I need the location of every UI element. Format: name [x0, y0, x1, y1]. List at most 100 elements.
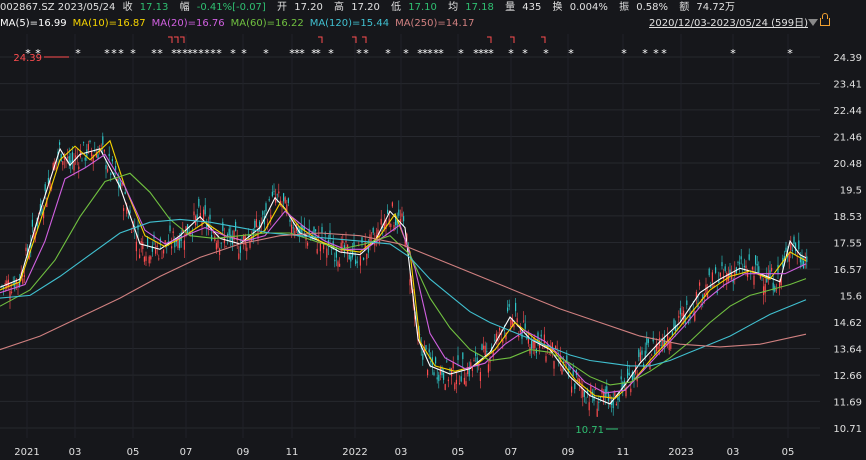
event-marker-icon: * [653, 47, 659, 60]
candle-body [523, 320, 525, 322]
y-tick-label: 22.44 [833, 106, 862, 117]
x-tick-label: 09 [562, 447, 575, 458]
candle-body [276, 194, 278, 196]
candle-body [724, 266, 726, 271]
candle-body [460, 376, 462, 382]
candle-body [465, 381, 467, 387]
candle-body [300, 224, 302, 235]
candle-body [220, 242, 222, 244]
candle-body [719, 272, 721, 277]
candle-body [283, 193, 285, 202]
candle-body [790, 242, 792, 251]
event-marker-icon: * [488, 47, 494, 60]
candle-body [156, 245, 158, 248]
candle-body [785, 247, 787, 252]
candle-body [574, 383, 576, 390]
candle-body [743, 266, 745, 267]
candle-body [342, 240, 344, 244]
candle-body [217, 240, 219, 248]
x-tick-label: 07 [180, 447, 193, 458]
candle-body [444, 384, 446, 390]
candle-body [739, 262, 741, 264]
candle-body [179, 239, 181, 249]
candle-body [183, 240, 185, 250]
candle-body [287, 198, 289, 204]
event-marker-icon: * [661, 47, 667, 60]
candle-body [334, 259, 336, 262]
candle-body [599, 396, 601, 399]
event-marker-icon: * [75, 47, 81, 60]
candle-body [425, 345, 427, 350]
candle-body [345, 240, 347, 243]
candle-body [660, 344, 662, 346]
candle-body [87, 144, 89, 151]
candle-body [135, 241, 137, 252]
ma-line [0, 232, 807, 351]
candle-body [31, 219, 33, 227]
flag-marker-icon [174, 36, 179, 43]
event-marker-icon: * [787, 47, 793, 60]
candle-body [17, 283, 19, 287]
candle-body [62, 161, 64, 165]
candle-body [438, 374, 440, 382]
candle-body [745, 265, 747, 269]
flag-marker-icon [168, 36, 173, 43]
candle-body [108, 153, 110, 157]
candle-body [171, 246, 173, 249]
candle-body [630, 388, 632, 393]
candle-body [100, 145, 102, 147]
y-tick-label: 18.53 [833, 212, 862, 223]
candle-body [451, 368, 453, 377]
candle-body [337, 261, 339, 267]
candle-body [595, 388, 597, 390]
candle-body [83, 141, 85, 143]
x-tick-label: 2021 [14, 447, 39, 458]
candle-body [590, 385, 592, 395]
candle-body [457, 355, 459, 360]
candle-body [484, 345, 486, 356]
candle-body [583, 391, 585, 397]
y-tick-label: 13.64 [833, 345, 862, 356]
candle-body [44, 184, 46, 192]
x-tick-label: 05 [782, 447, 795, 458]
candle-body [198, 198, 200, 207]
event-marker-icon: * [403, 47, 409, 60]
candle-body [155, 248, 157, 254]
candle-body [356, 261, 358, 263]
flag-marker-icon [362, 36, 367, 43]
candle-body [59, 142, 61, 145]
candle-body [91, 151, 93, 157]
candle-body [361, 237, 363, 243]
candle-body [670, 343, 672, 349]
candle-body [503, 330, 505, 331]
candle-body [9, 291, 11, 300]
candle-body [651, 354, 653, 356]
event-marker-icon: * [363, 47, 369, 60]
kline-chart[interactable]: 24.39 23.41 22.44 21.46 20.48 19.5 18.53 17.55 1… [0, 0, 866, 460]
candle-body [291, 224, 293, 234]
x-tick-label: 05 [452, 447, 465, 458]
candle-body [174, 241, 176, 248]
candle-body [255, 218, 257, 227]
candle-body [494, 339, 496, 341]
y-tick-label: 20.48 [833, 159, 862, 170]
candle-body [510, 319, 512, 328]
candle-body [102, 136, 104, 145]
candle-body [371, 232, 373, 234]
candle-body [387, 209, 389, 214]
candle-body [542, 347, 544, 349]
y-tick-label: 12.66 [833, 371, 862, 382]
candle-body [78, 166, 80, 170]
candle-body [537, 332, 539, 341]
candle-body [641, 350, 643, 355]
candle-body [331, 253, 333, 255]
candle-body [463, 377, 465, 385]
candle-body [262, 211, 264, 215]
candle-body [7, 279, 9, 287]
y-tick-label: 24.39 [833, 53, 862, 64]
candle-body [145, 256, 147, 261]
candle-body [22, 278, 24, 284]
flag-marker-icon [180, 36, 185, 43]
candle-body [222, 222, 224, 231]
candle-body [619, 400, 621, 402]
